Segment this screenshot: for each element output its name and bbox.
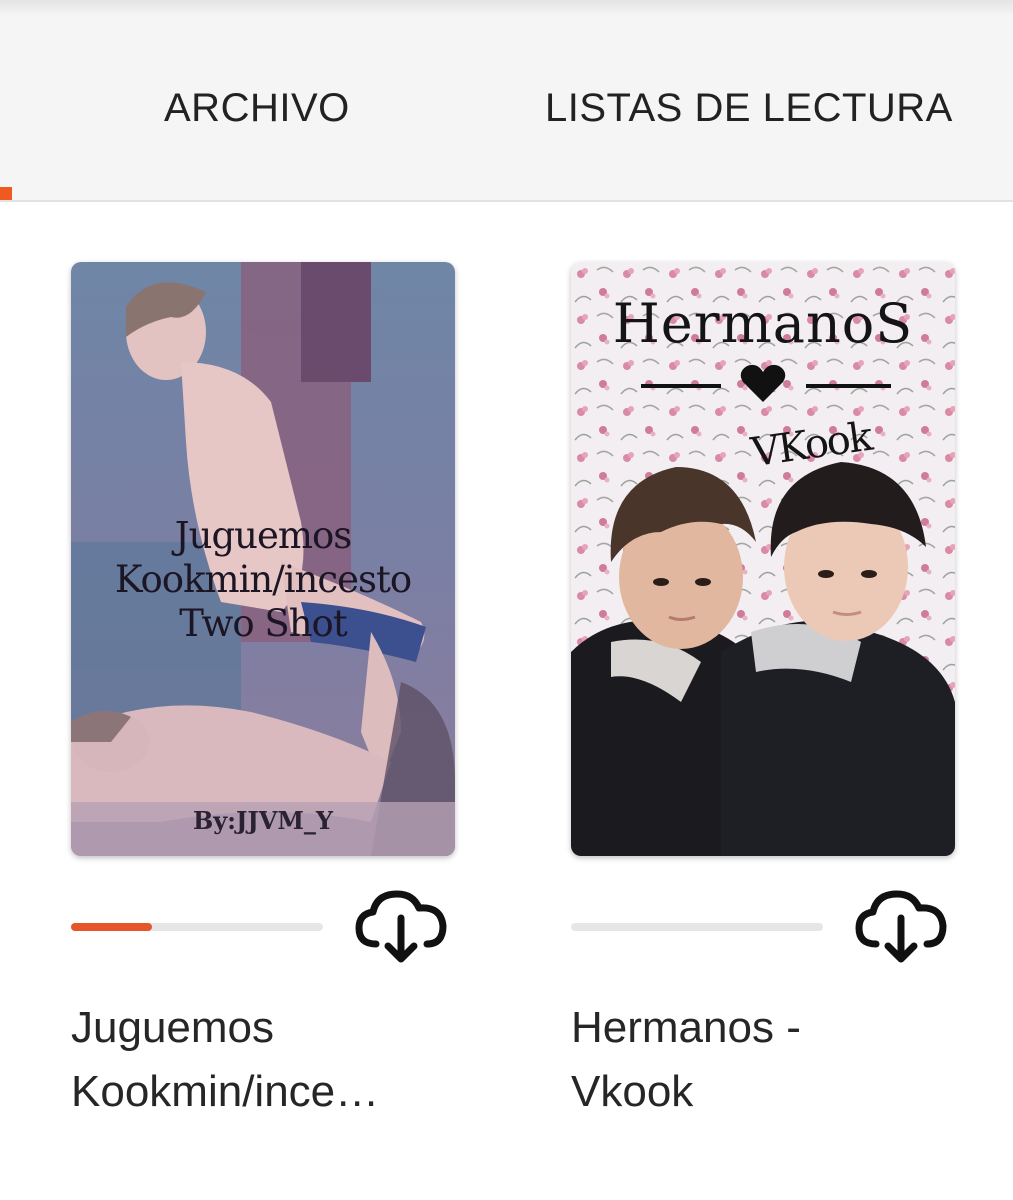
story-title[interactable]: Juguemos Kookmin/ince… (71, 996, 451, 1124)
tab-archive[interactable]: ARCHIVO (164, 86, 350, 131)
story-cover[interactable]: HermanoS VKook (571, 262, 955, 856)
active-tab-indicator (0, 187, 12, 200)
story-title[interactable]: Hermanos - Vkook (571, 996, 951, 1124)
story-cover[interactable]: Juguemos Kookmin/incesto Two Shot By:JJV… (71, 262, 455, 856)
story-card[interactable]: Juguemos Kookmin/incesto Two Shot By:JJV… (71, 262, 455, 1124)
reading-progress-bar (571, 923, 823, 931)
reading-progress-fill (71, 923, 152, 931)
download-button[interactable] (851, 886, 951, 968)
status-bar-shadow (0, 0, 1013, 16)
reading-progress-bar (71, 923, 323, 931)
story-progress-row (571, 856, 955, 976)
cover-title-text: HermanoS (612, 292, 914, 355)
story-card[interactable]: HermanoS VKook Hermanos - Vkook (571, 262, 955, 1124)
cloud-download-icon (855, 890, 947, 963)
cloud-download-icon (355, 890, 447, 963)
top-tab-bar: ARCHIVO LISTAS DE LECTURA (0, 0, 1013, 202)
cover-author-text: By:JJVM_Y (192, 806, 334, 835)
download-button[interactable] (351, 886, 451, 968)
story-progress-row (71, 856, 455, 976)
cover-title-text: Juguemos Kookmin/incesto Two Shot (114, 514, 412, 645)
tab-reading-lists[interactable]: LISTAS DE LECTURA (545, 86, 953, 131)
